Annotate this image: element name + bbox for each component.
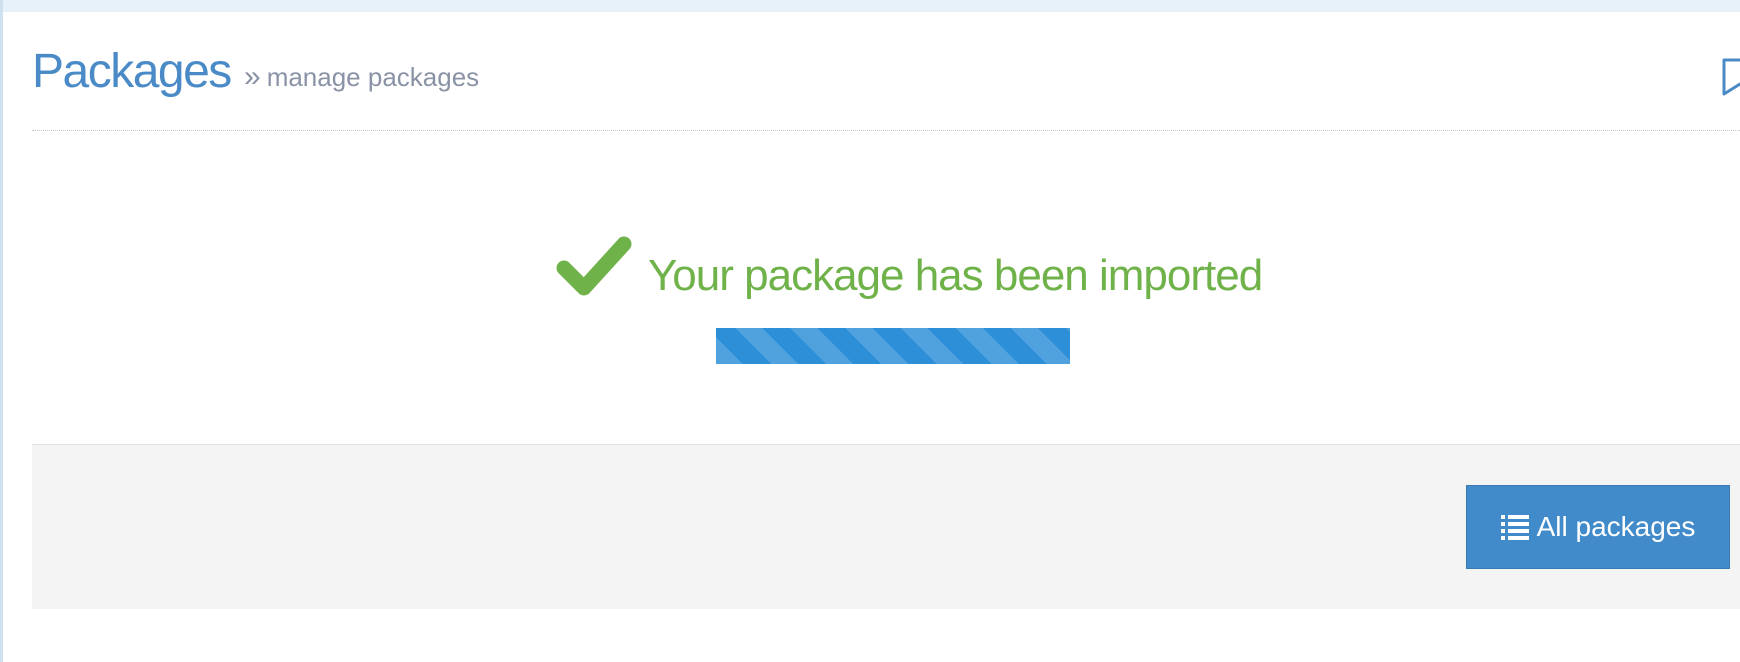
check-icon (556, 236, 632, 296)
breadcrumb-separator: » (244, 60, 261, 93)
list-icon (1500, 515, 1529, 540)
progress-fill (716, 328, 1070, 364)
all-packages-button[interactable]: All packages (1466, 485, 1730, 569)
page-title: Packages (32, 45, 232, 98)
progress-bar (716, 328, 1070, 364)
status-message: Your package has been imported (648, 251, 1263, 300)
bookmark-icon[interactable] (1720, 58, 1740, 98)
left-border (0, 0, 3, 662)
import-status: Your package has been imported (554, 230, 1274, 300)
all-packages-label: All packages (1536, 511, 1696, 542)
breadcrumb-label: manage packages (266, 62, 480, 92)
form-actions: All packages (32, 444, 1740, 609)
top-bar (0, 0, 1740, 12)
breadcrumb: » manage packages (244, 60, 479, 94)
page-header: Packages » manage packages (32, 40, 1740, 131)
